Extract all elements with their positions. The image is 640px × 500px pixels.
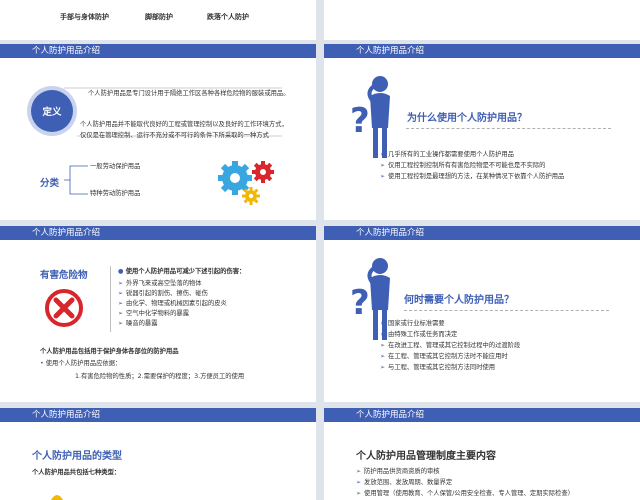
slide-header: 个人防护用品介绍 [324,408,640,422]
slide-header-text: 个人防护用品介绍 [356,410,425,420]
hazard-item: 锐器引起的割伤、擦伤、碰伤 [118,290,227,298]
why-bullet: 几乎所有的工业操作都需要使用个人防护用品 [380,151,564,159]
hazards-title: 有害危险物 [40,270,88,281]
why-bullet: 仅用工程控制控制所有有害危险物是不可能也是不实际的 [380,162,564,170]
hazards-bottom-title: 个人防护用品包括用于保护身体各部位的防护用品 [40,348,179,355]
when-divider [404,310,609,311]
prohibition-icon [45,289,83,327]
slide-types: 个人防护用品介绍 个人防护用品的类型 个人防护用品共包括七种类型： [0,408,316,500]
slide-header-text: 个人防护用品介绍 [32,410,101,420]
management-bullet-list: 防护用品供货商资质的审核 发放范围、发放周期、数量界定 使用管理（使用教育、个人… [356,468,574,498]
slide-why: 个人防护用品介绍 ? 为什么使用个人防护用品？ 几乎所有的工业操作都需要使用个人… [324,44,640,220]
hazards-bottom-sub-text: 使用个人防护用品应依据： [45,360,122,367]
when-question: 何时需要个人防护用品？ [404,295,514,306]
management-bullet: 发放范围、发放周期、数量界定 [356,479,574,487]
svg-text:?: ? [350,101,370,141]
classification-title: 分类 [40,178,60,189]
slide-header-text: 个人防护用品介绍 [356,46,425,56]
slide-hazards: 个人防护用品介绍 有害危险物 ● 使用个人防护用品可减少下述引起的伤害： 外界飞… [0,226,316,402]
hazards-list: 外界飞来或高空坠落的物体 锐器引起的割伤、擦伤、碰伤 由化学、物理或机械因素引起… [118,280,227,328]
when-bullet: 国家或行业标准需要 [380,320,520,328]
slide-header: 个人防护用品介绍 [324,44,640,58]
when-bullet: 由特殊工作或任务而决定 [380,331,520,339]
slide-header: 个人防护用品介绍 [0,226,316,240]
management-bullet: 使用管理（使用教育、个人保管/公用安全检查、专人管理、定期实际检查） [356,490,574,498]
management-title: 个人防护用品管理制度主要内容 [356,451,496,462]
gears-icon [218,161,274,205]
hazards-bottom-detail: 1.有害危险物的性质；2.需要保护的程度；3.方便员工的使用 [75,373,245,380]
definition-para2-line1: 个人防护用品并不能取代良好的工程或管理控制以及良好的工作环境方式， [80,121,288,128]
hazards-vertical-divider [110,266,111,332]
slide-header-text: 个人防护用品介绍 [32,228,101,238]
when-bullet-list: 国家或行业标准需要 由特殊工作或任务而决定 在改进工程、管理或其它控制过程中的过… [380,320,520,372]
when-bullet: 在改进工程、管理或其它控制过程中的过渡阶段 [380,342,520,350]
types-title: 个人防护用品的类型 [32,451,122,462]
top-item-hand-body: 手部与身体防护 [60,13,109,21]
slide-header: 个人防护用品介绍 [324,226,640,240]
slide-header-text: 个人防护用品介绍 [356,228,425,238]
hazard-item: 空气中化学物料的暴露 [118,310,227,318]
hazard-item: 由化学、物理或机械因素引起的皮炎 [118,300,227,308]
definition-para1: 个人防护用品是专门设计用于隔绝工作区各种各样危险物的服装或用品。 [88,90,290,97]
top-slide-right [324,0,640,40]
classification-item-special: 特种劳动防护用品 [90,190,141,197]
slide-header: 个人防护用品介绍 [0,408,316,422]
svg-text:?: ? [350,283,370,323]
slide-definition: 个人防护用品介绍 定义 个人防护用品是专门设计用于隔绝工作区各种各样危险物的服装… [0,44,316,220]
why-question: 为什么使用个人防护用品？ [407,113,527,124]
top-slide-left: 手部与身体防护 脚部防护 跌落个人防护 [0,0,316,40]
why-bullet: 使用工程控制是最理想的方法，在某种情况下依靠个人防护用品 [380,173,564,181]
hazard-item: 噪音的暴露 [118,320,227,328]
management-bullet: 防护用品供货商资质的审核 [356,468,574,476]
top-item-foot: 脚部防护 [145,13,173,21]
when-bullet: 在工程、管理或其它控制方法时不能应用时 [380,353,520,361]
hazards-bottom-sub: • 使用个人防护用品应依据： [40,360,122,367]
slide-management: 个人防护用品介绍 个人防护用品管理制度主要内容 防护用品供货商资质的审核 发放范… [324,408,640,500]
top-item-fall: 跌落个人防护 [207,13,249,21]
hazards-list-title-text: 使用个人防护用品可减少下述引起的伤害： [125,268,246,275]
types-subtitle: 个人防护用品共包括七种类型： [32,469,121,476]
when-bullet: 与工程、管理或其它控制方法同时使用 [380,364,520,372]
helmet-icon [51,495,63,500]
why-bullet-list: 几乎所有的工业操作都需要使用个人防护用品 仅用工程控制控制所有有害危险物是不可能… [380,151,564,181]
slide-header-text: 个人防护用品介绍 [32,46,101,56]
slide-header: 个人防护用品介绍 [0,44,316,58]
why-divider [406,128,611,129]
classification-item-general: 一般劳动保护用品 [90,163,141,170]
hazards-list-title: ● 使用个人防护用品可减少下述引起的伤害： [118,268,246,275]
classification-bracket [64,165,88,195]
slide-when: 个人防护用品介绍 ? 何时需要个人防护用品？ 国家或行业标准需要 由特殊工作或任… [324,226,640,402]
definition-para2-line2: 仅仅是在管理控制、运行不充分或不可行的条件下所采取的一种方式 [80,132,269,139]
hazard-item: 外界飞来或高空坠落的物体 [118,280,227,288]
